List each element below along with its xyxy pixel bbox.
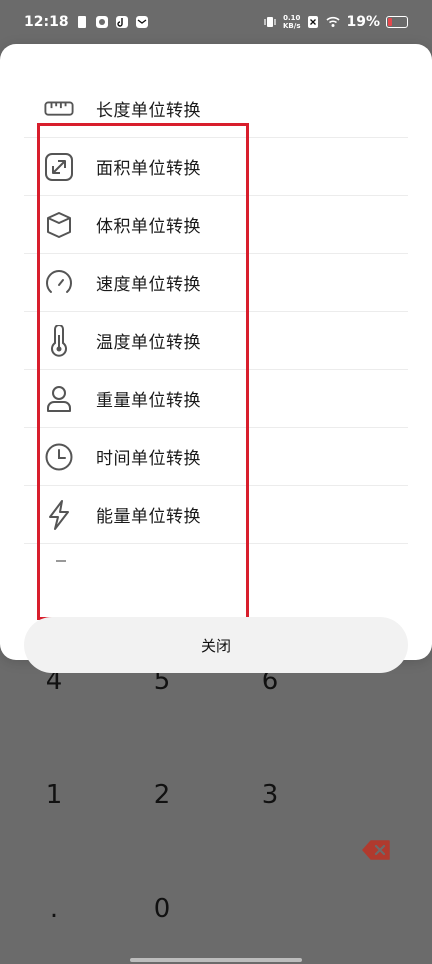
net-speed-unit: KB/s (283, 22, 301, 30)
menu-item-label: 体积单位转换 (96, 217, 201, 237)
menu-item-label: 速度单位转换 (96, 275, 201, 295)
vibrate-icon (264, 17, 276, 27)
lightning-icon (44, 499, 74, 530)
area-expand-icon (44, 152, 74, 182)
unit-converter-menu: 长度单位转换 面积单位转换 体积单位转换 速度单位转换 温度单位转换 重量单位转… (0, 44, 432, 673)
menu-list: 长度单位转换 面积单位转换 体积单位转换 速度单位转换 温度单位转换 重量单位转… (24, 80, 408, 570)
menu-item-partial[interactable] (24, 544, 408, 570)
net-speed-value: 0.10 (283, 14, 301, 22)
ruler-icon (44, 94, 74, 124)
menu-item-label: 重量单位转换 (96, 391, 201, 411)
wifi-icon (326, 16, 341, 27)
tiktok-icon (115, 16, 128, 28)
key-3[interactable]: 3 (240, 780, 300, 810)
status-bar-right: 0.10 KB/s 19% (263, 14, 408, 30)
menu-item-energy[interactable]: 能量单位转换 (24, 486, 408, 544)
home-indicator[interactable] (130, 958, 302, 962)
status-bar: 12:18 0.10 KB/s 19% (0, 0, 432, 44)
menu-item-label: 温度单位转换 (96, 333, 201, 353)
menu-item-label: 面积单位转换 (96, 159, 201, 179)
partial-icon (56, 560, 66, 562)
menu-item-label: 长度单位转换 (96, 101, 201, 121)
weight-icon (44, 384, 74, 414)
thermometer-icon (44, 324, 74, 357)
menu-item-label: 时间单位转换 (96, 449, 201, 469)
status-time: 12:18 (24, 14, 69, 30)
keypad: 4 5 6 1 2 3 . 0 (0, 660, 432, 964)
menu-item-weight[interactable]: 重量单位转换 (24, 370, 408, 428)
close-button[interactable]: 关闭 (24, 617, 408, 673)
net-speed: 0.10 KB/s (283, 14, 300, 30)
menu-item-volume[interactable]: 体积单位转换 (24, 196, 408, 254)
no-sim-icon (308, 16, 319, 28)
sim-card-icon (77, 16, 86, 28)
key-0[interactable]: 0 (132, 894, 192, 924)
mail-icon (135, 16, 148, 28)
backspace-icon[interactable] (362, 838, 392, 862)
menu-item-temperature[interactable]: 温度单位转换 (24, 312, 408, 370)
status-bar-left: 12:18 (24, 14, 149, 30)
battery-icon (386, 16, 408, 28)
app-notification-icon (95, 16, 108, 28)
key-2[interactable]: 2 (132, 780, 192, 810)
menu-item-label: 能量单位转换 (96, 507, 201, 527)
speedometer-icon (44, 268, 74, 298)
menu-item-speed[interactable]: 速度单位转换 (24, 254, 408, 312)
menu-item-length[interactable]: 长度单位转换 (24, 80, 408, 138)
menu-item-time[interactable]: 时间单位转换 (24, 428, 408, 486)
cylinder-icon (44, 210, 74, 240)
battery-percent: 19% (346, 14, 380, 30)
key-1[interactable]: 1 (24, 780, 84, 810)
menu-item-area[interactable]: 面积单位转换 (24, 138, 408, 196)
clock-icon (44, 442, 74, 472)
key-dot[interactable]: . (24, 894, 84, 924)
